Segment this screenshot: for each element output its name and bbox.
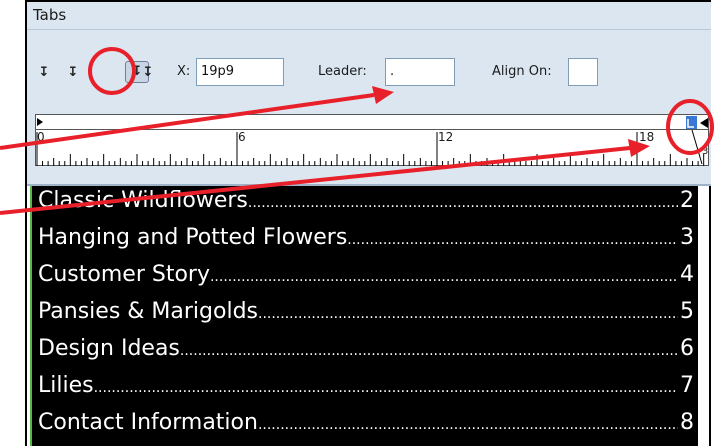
toc-leader — [94, 371, 678, 401]
toc-row: Lilies 7 — [38, 371, 694, 401]
ruler-label-12: 12 — [438, 130, 454, 144]
x-position-input[interactable]: 19p9 — [196, 58, 284, 86]
toc-title: Hanging and Potted Flowers — [38, 225, 348, 250]
toc-row: Classic Wildflowers 2 — [38, 186, 694, 216]
ruler-end-label: 3 — [702, 146, 709, 157]
toc-row: Hanging and Potted Flowers 3 — [38, 223, 694, 253]
toc-leader — [248, 186, 678, 216]
tab-marker-strip[interactable] — [35, 114, 709, 130]
toc-page: 2 — [680, 188, 694, 213]
toc-row: Customer Story 4 — [38, 260, 694, 290]
tab-ruler[interactable]: 0 6 12 18 3 — [35, 130, 709, 166]
right-indent-marker-icon[interactable] — [700, 118, 708, 128]
toc-title: Classic Wildflowers — [38, 188, 248, 213]
toc-page: 4 — [680, 262, 694, 287]
ruler-label-6: 6 — [238, 130, 246, 144]
ruler-label-0: 0 — [37, 130, 45, 144]
toc-title: Pansies & Marigolds — [38, 299, 258, 324]
toc-leader — [210, 260, 678, 290]
x-position-label: X: — [177, 64, 191, 79]
toc-title: Contact Information — [38, 410, 258, 435]
toc-leader — [180, 334, 678, 364]
toc-leader — [258, 297, 678, 327]
align-on-input[interactable] — [568, 58, 598, 86]
toc-row: Design Ideas 6 — [38, 334, 694, 364]
toc-page: 3 — [680, 225, 694, 250]
toc-page: 8 — [680, 410, 694, 435]
toc-leader — [258, 408, 678, 438]
toc-row: Contact Information 8 — [38, 408, 694, 438]
toc-row: Pansies & Marigolds 5 — [38, 297, 694, 327]
toc-title: Design Ideas — [38, 336, 180, 361]
toc-page: 6 — [680, 336, 694, 361]
align-to-decimal-tab-icon[interactable]: ↧ — [140, 64, 156, 82]
toc-title: Customer Story — [38, 262, 210, 287]
toc-list: Classic Wildflowers 2 Hanging and Potted … — [32, 186, 698, 446]
toc-page: 7 — [680, 373, 694, 398]
panel-title: Tabs — [33, 6, 67, 24]
left-justified-tab-icon[interactable]: ↧ — [36, 64, 52, 82]
toc-leader — [347, 223, 678, 253]
toc-page: 5 — [680, 299, 694, 324]
ruler-label-18: 18 — [639, 130, 655, 144]
tab-stop-guide — [691, 130, 703, 165]
align-on-label: Align On: — [492, 64, 552, 79]
center-justified-tab-icon[interactable]: ↧ — [65, 64, 81, 82]
toc-title: Lilies — [38, 373, 94, 398]
tabs-panel: Tabs ↧ ↧ ↧ ↧ X: 19p9 Leader: . Align On:… — [27, 2, 711, 186]
title-divider — [27, 29, 711, 30]
indent-marker-icon[interactable] — [37, 118, 43, 126]
leader-input[interactable]: . — [385, 58, 455, 86]
leader-label: Leader: — [318, 64, 367, 79]
